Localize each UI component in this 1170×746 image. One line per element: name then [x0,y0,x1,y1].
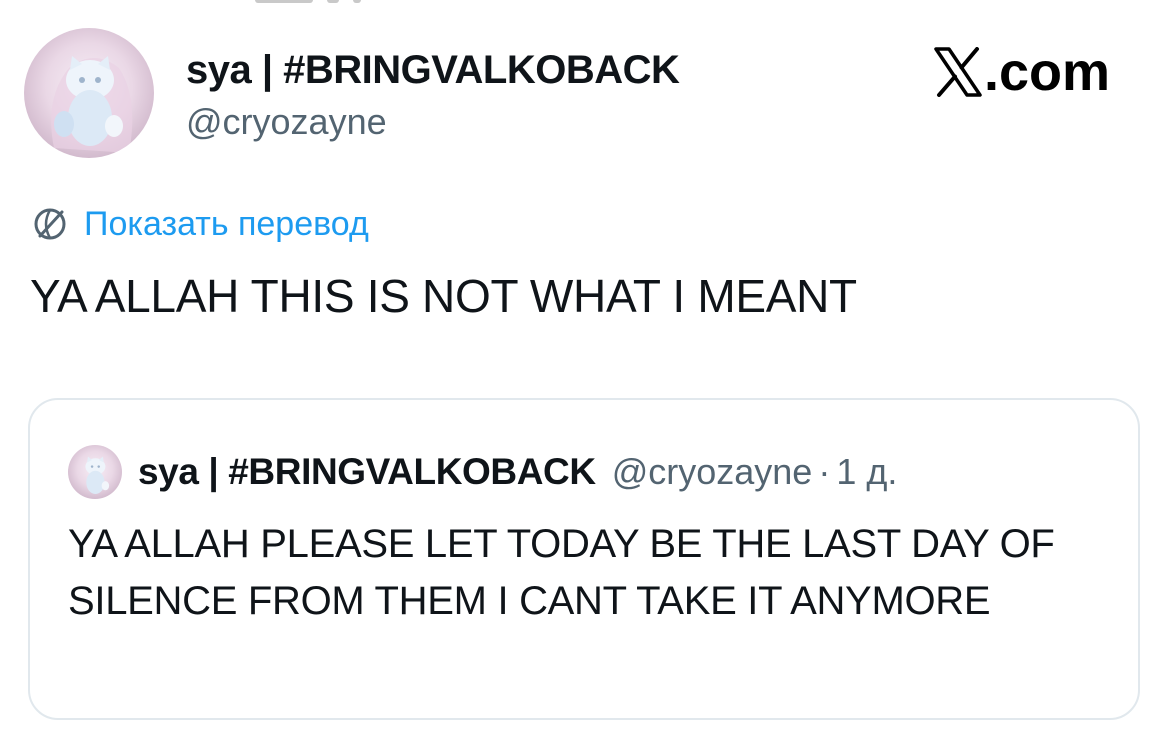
author-handle[interactable]: @cryozayne [186,100,387,144]
brand-label: .com [983,42,1110,102]
show-translation-link[interactable]: Показать перевод [32,202,369,246]
tweet-header: sya | #BRINGVALKOBACK @cryozayne .com [24,28,1146,158]
cat-figurine-avatar-icon [24,28,154,158]
quoted-timestamp[interactable]: 1 д. [836,451,897,493]
brand-logo: .com [934,42,1110,102]
cat-figurine-avatar-icon [68,445,122,499]
author-name[interactable]: sya | #BRINGVALKOBACK [186,46,680,94]
quoted-tweet-text: YA ALLAH PLEASE LET TODAY BE THE LAST DA… [68,522,1055,623]
avatar[interactable] [24,28,154,158]
quoted-tweet-card[interactable]: sya | #BRINGVALKOBACK @cryozayne · 1 д. … [28,398,1140,720]
quoted-author-handle[interactable]: @cryozayne [612,451,813,493]
separator-dot: · [818,451,831,492]
quoted-author-name[interactable]: sya | #BRINGVALKOBACK [138,451,596,493]
tweet-text: YA ALLAH THIS IS NOT WHAT I MEANT [30,270,857,322]
quoted-tweet-header: sya | #BRINGVALKOBACK @cryozayne · 1 д. [68,444,897,500]
previous-content-fragment [255,0,435,3]
show-translation-label: Показать перевод [84,205,369,243]
quoted-avatar[interactable] [68,445,122,499]
x-logo-icon [934,47,982,97]
globe-icon [32,206,68,242]
